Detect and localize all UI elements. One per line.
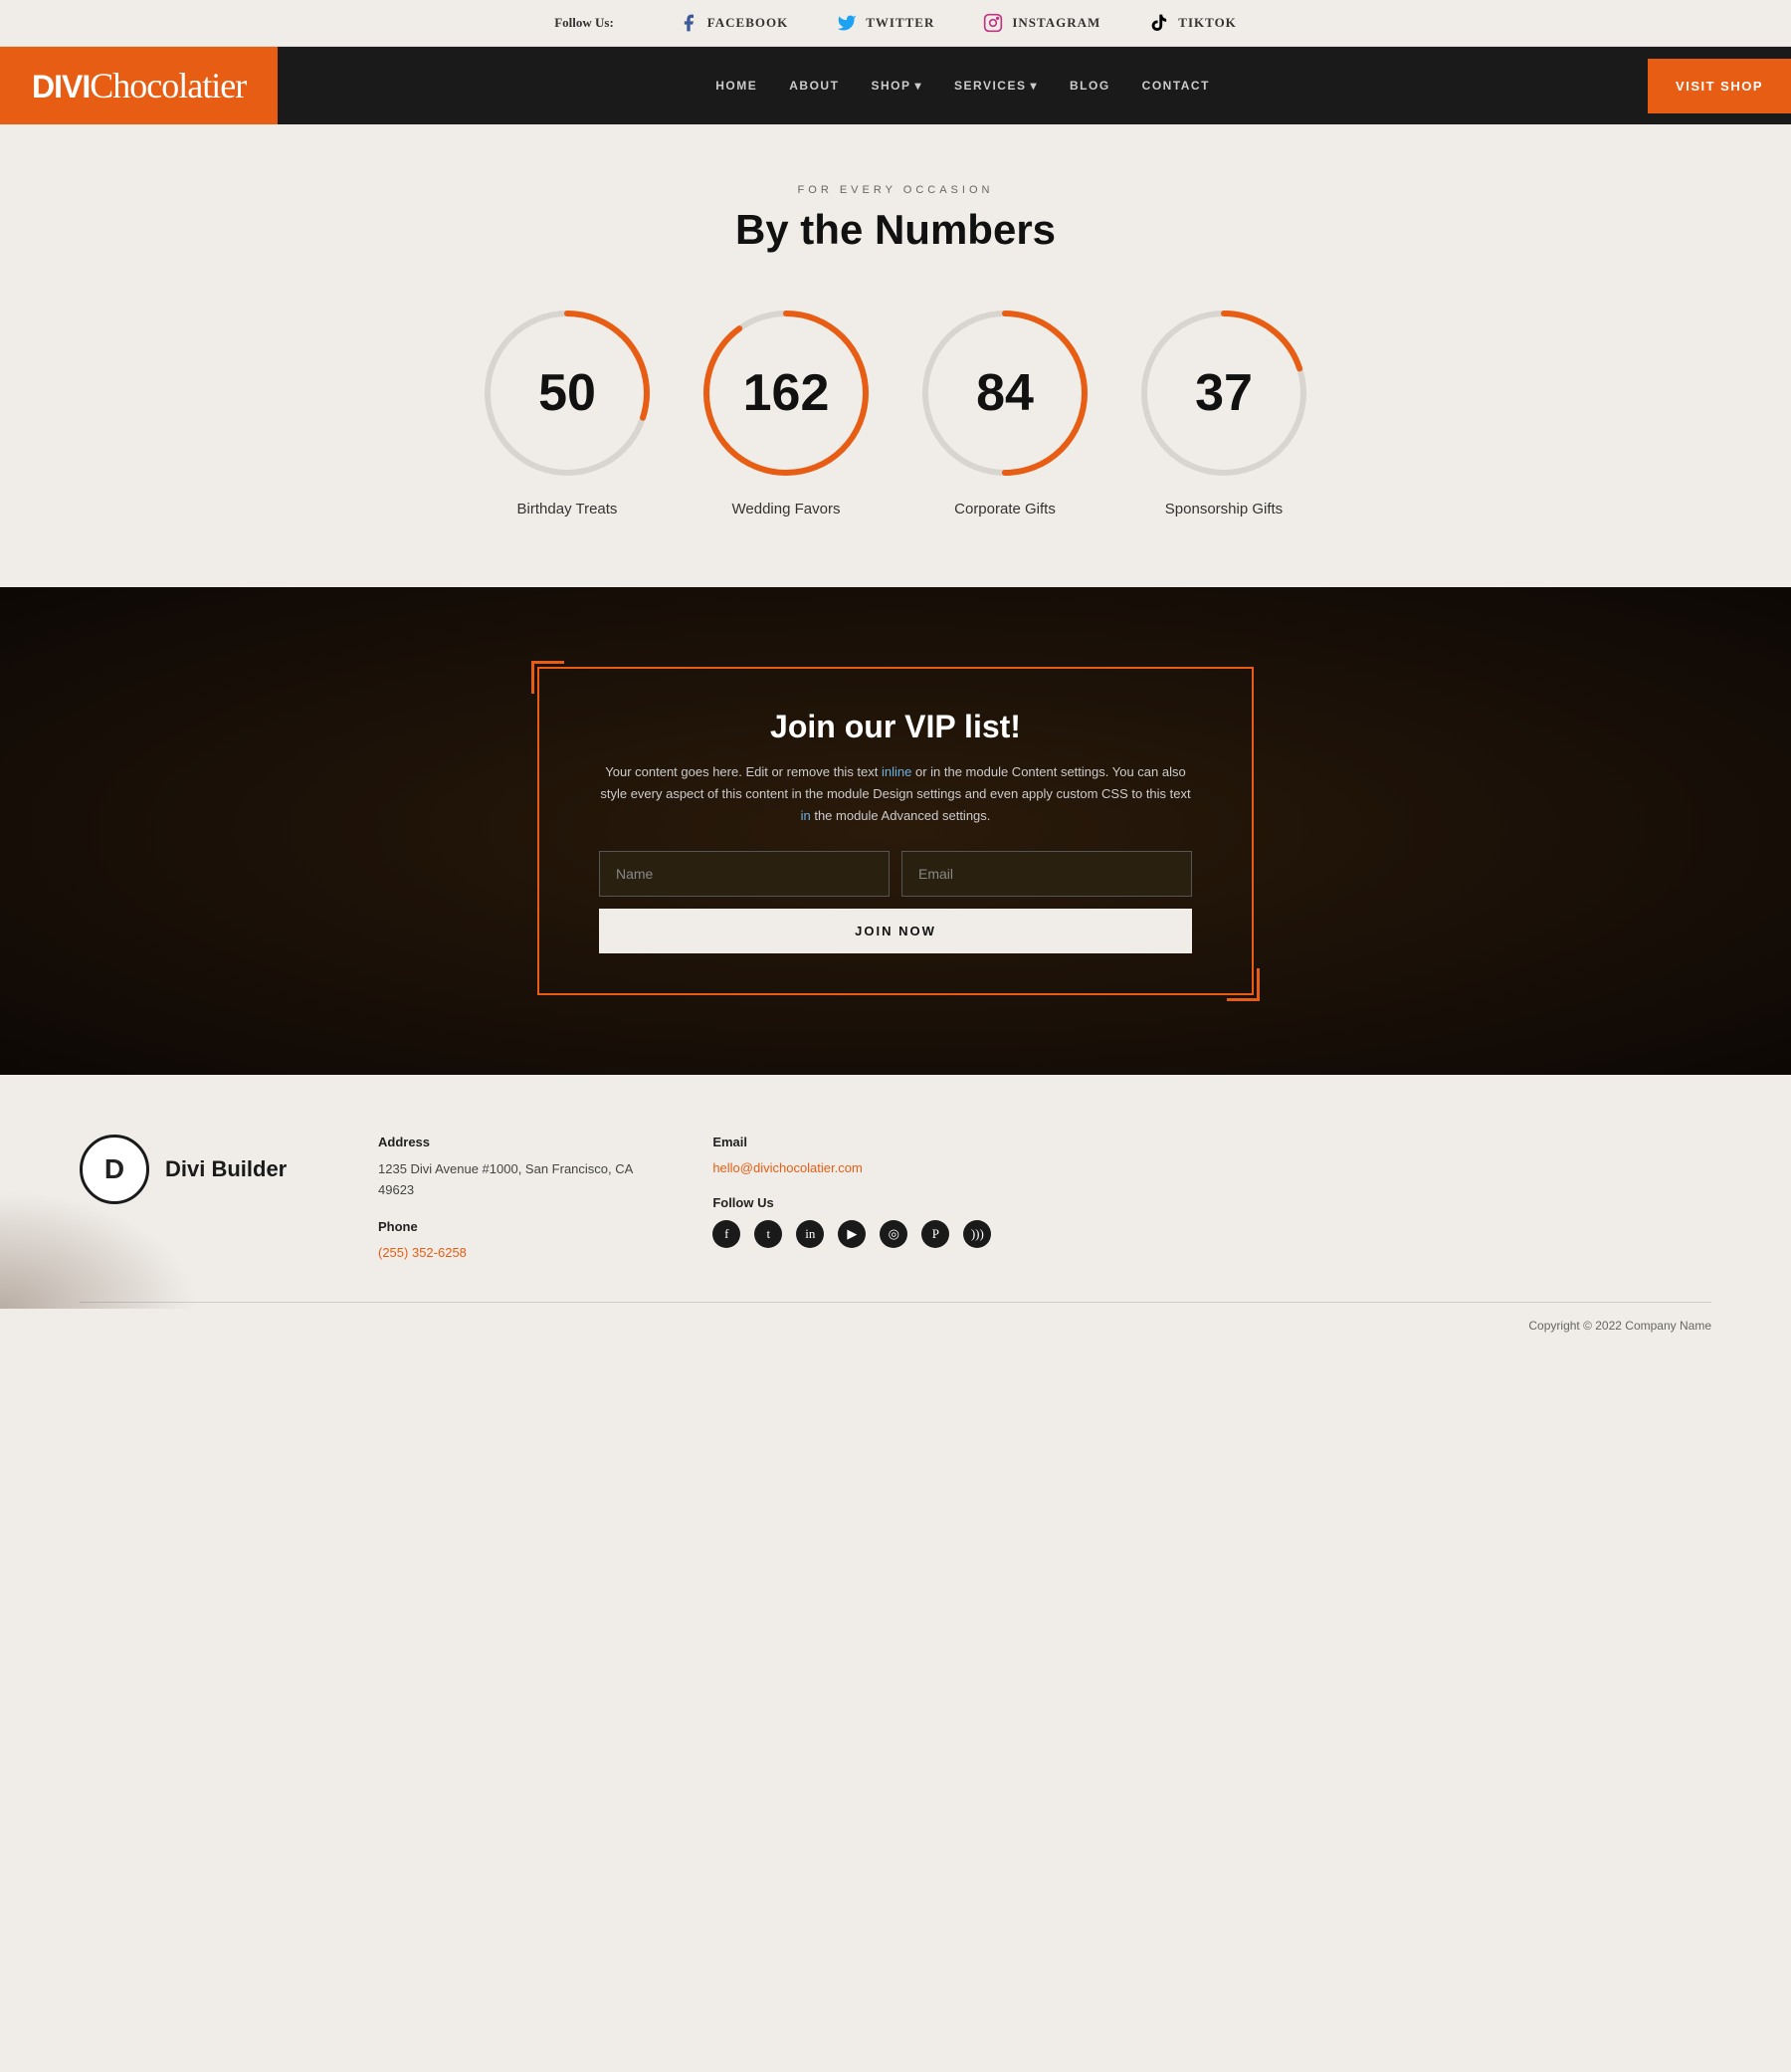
circle-birthday-label: Birthday Treats (517, 501, 618, 518)
circle-corporate-container: 84 (915, 304, 1094, 483)
tiktok-label: TIKTOK (1178, 15, 1237, 31)
services-dropdown-icon: ▾ (1030, 79, 1038, 93)
vip-name-input[interactable] (599, 851, 890, 897)
circle-birthday-number: 50 (538, 363, 596, 423)
footer-phone[interactable]: (255) 352-6258 (378, 1245, 467, 1260)
instagram-social[interactable]: INSTAGRAM (982, 12, 1100, 34)
circle-corporate-number: 84 (976, 363, 1034, 423)
footer-facebook-icon[interactable]: f (712, 1220, 740, 1248)
section-title: By the Numbers (40, 206, 1751, 254)
instagram-icon (982, 12, 1004, 34)
footer-address-col: Address 1235 Divi Avenue #1000, San Fran… (378, 1135, 633, 1262)
nav-about[interactable]: ABOUT (789, 79, 839, 93)
footer-youtube-icon[interactable]: ▶ (838, 1220, 866, 1248)
footer-email[interactable]: hello@divichocolatier.com (712, 1160, 863, 1175)
circles-row: 50 Birthday Treats 162 Wedding Favors (40, 304, 1751, 518)
vip-form-row (599, 851, 1192, 897)
footer: D Divi Builder Address 1235 Divi Avenue … (0, 1075, 1791, 1348)
vip-form-container: Join our VIP list! Your content goes her… (537, 667, 1254, 995)
footer-top: D Divi Builder Address 1235 Divi Avenue … (80, 1135, 1711, 1302)
shop-dropdown-icon: ▾ (914, 79, 922, 93)
top-bar: Follow Us: FACEBOOK TWITTER INSTAGRAM TI… (0, 0, 1791, 47)
footer-address: 1235 Divi Avenue #1000, San Francisco, C… (378, 1159, 633, 1201)
visit-shop-button[interactable]: VISIT SHOP (1648, 59, 1791, 113)
facebook-label: FACEBOOK (707, 15, 788, 31)
twitter-social[interactable]: TWITTER (836, 12, 934, 34)
vip-section: Join our VIP list! Your content goes her… (0, 587, 1791, 1075)
circle-corporate-label: Corporate Gifts (954, 501, 1056, 518)
vip-description: Your content goes here. Edit or remove t… (599, 761, 1192, 827)
section-eyebrow: FOR EVERY OCCASION (40, 184, 1751, 196)
vip-email-input[interactable] (901, 851, 1192, 897)
footer-logo-text: Divi Builder (165, 1156, 287, 1182)
nav-home[interactable]: HOME (715, 79, 757, 93)
footer-email-col: Email hello@divichocolatier.com Follow U… (712, 1135, 991, 1248)
follow-label: Follow Us: (554, 15, 614, 31)
copyright-text: Copyright © 2022 Company Name (1528, 1319, 1711, 1333)
twitter-label: TWITTER (866, 15, 934, 31)
main-nav: HOME ABOUT SHOP ▾ SERVICES ▾ BLOG CONTAC… (278, 79, 1648, 93)
logo: DIVIChocolatier (32, 69, 246, 104)
footer-social-row: f t in ▶ ◎ P ))) (712, 1220, 991, 1248)
tiktok-social[interactable]: TIKTOK (1148, 12, 1237, 34)
circle-birthday-container: 50 (478, 304, 657, 483)
circle-wedding-container: 162 (696, 304, 876, 483)
vip-submit-button[interactable]: JOIN NOW (599, 909, 1192, 953)
logo-area: DIVIChocolatier (0, 47, 278, 124)
footer-linkedin-icon[interactable]: in (796, 1220, 824, 1248)
footer-twitter-icon[interactable]: t (754, 1220, 782, 1248)
twitter-icon (836, 12, 858, 34)
footer-pinterest-icon[interactable]: P (921, 1220, 949, 1248)
footer-decoration (0, 1189, 199, 1309)
instagram-label: INSTAGRAM (1012, 15, 1100, 31)
footer-instagram-icon[interactable]: ◎ (880, 1220, 907, 1248)
numbers-section: FOR EVERY OCCASION By the Numbers 50 Bir… (0, 124, 1791, 587)
circle-wedding-label: Wedding Favors (732, 501, 841, 518)
facebook-social[interactable]: FACEBOOK (678, 12, 788, 34)
footer-rss-icon[interactable]: ))) (963, 1220, 991, 1248)
nav-shop[interactable]: SHOP ▾ (871, 79, 922, 93)
footer-address-title: Address (378, 1135, 633, 1149)
vip-title: Join our VIP list! (599, 709, 1192, 745)
footer-email-title: Email (712, 1135, 991, 1149)
nav-services[interactable]: SERVICES ▾ (954, 79, 1038, 93)
footer-phone-title: Phone (378, 1219, 633, 1234)
circle-birthday: 50 Birthday Treats (478, 304, 657, 518)
facebook-icon (678, 12, 699, 34)
circle-wedding: 162 Wedding Favors (696, 304, 876, 518)
circle-corporate: 84 Corporate Gifts (915, 304, 1094, 518)
footer-bottom: Copyright © 2022 Company Name (80, 1302, 1711, 1348)
circle-sponsorship-label: Sponsorship Gifts (1165, 501, 1283, 518)
circle-wedding-number: 162 (743, 363, 830, 423)
header: DIVIChocolatier HOME ABOUT SHOP ▾ SERVIC… (0, 47, 1791, 124)
circle-sponsorship-container: 37 (1134, 304, 1313, 483)
nav-contact[interactable]: CONTACT (1142, 79, 1210, 93)
circle-sponsorship: 37 Sponsorship Gifts (1134, 304, 1313, 518)
circle-sponsorship-number: 37 (1195, 363, 1253, 423)
nav-blog[interactable]: BLOG (1070, 79, 1110, 93)
tiktok-icon (1148, 12, 1170, 34)
footer-follow-title: Follow Us (712, 1195, 991, 1210)
